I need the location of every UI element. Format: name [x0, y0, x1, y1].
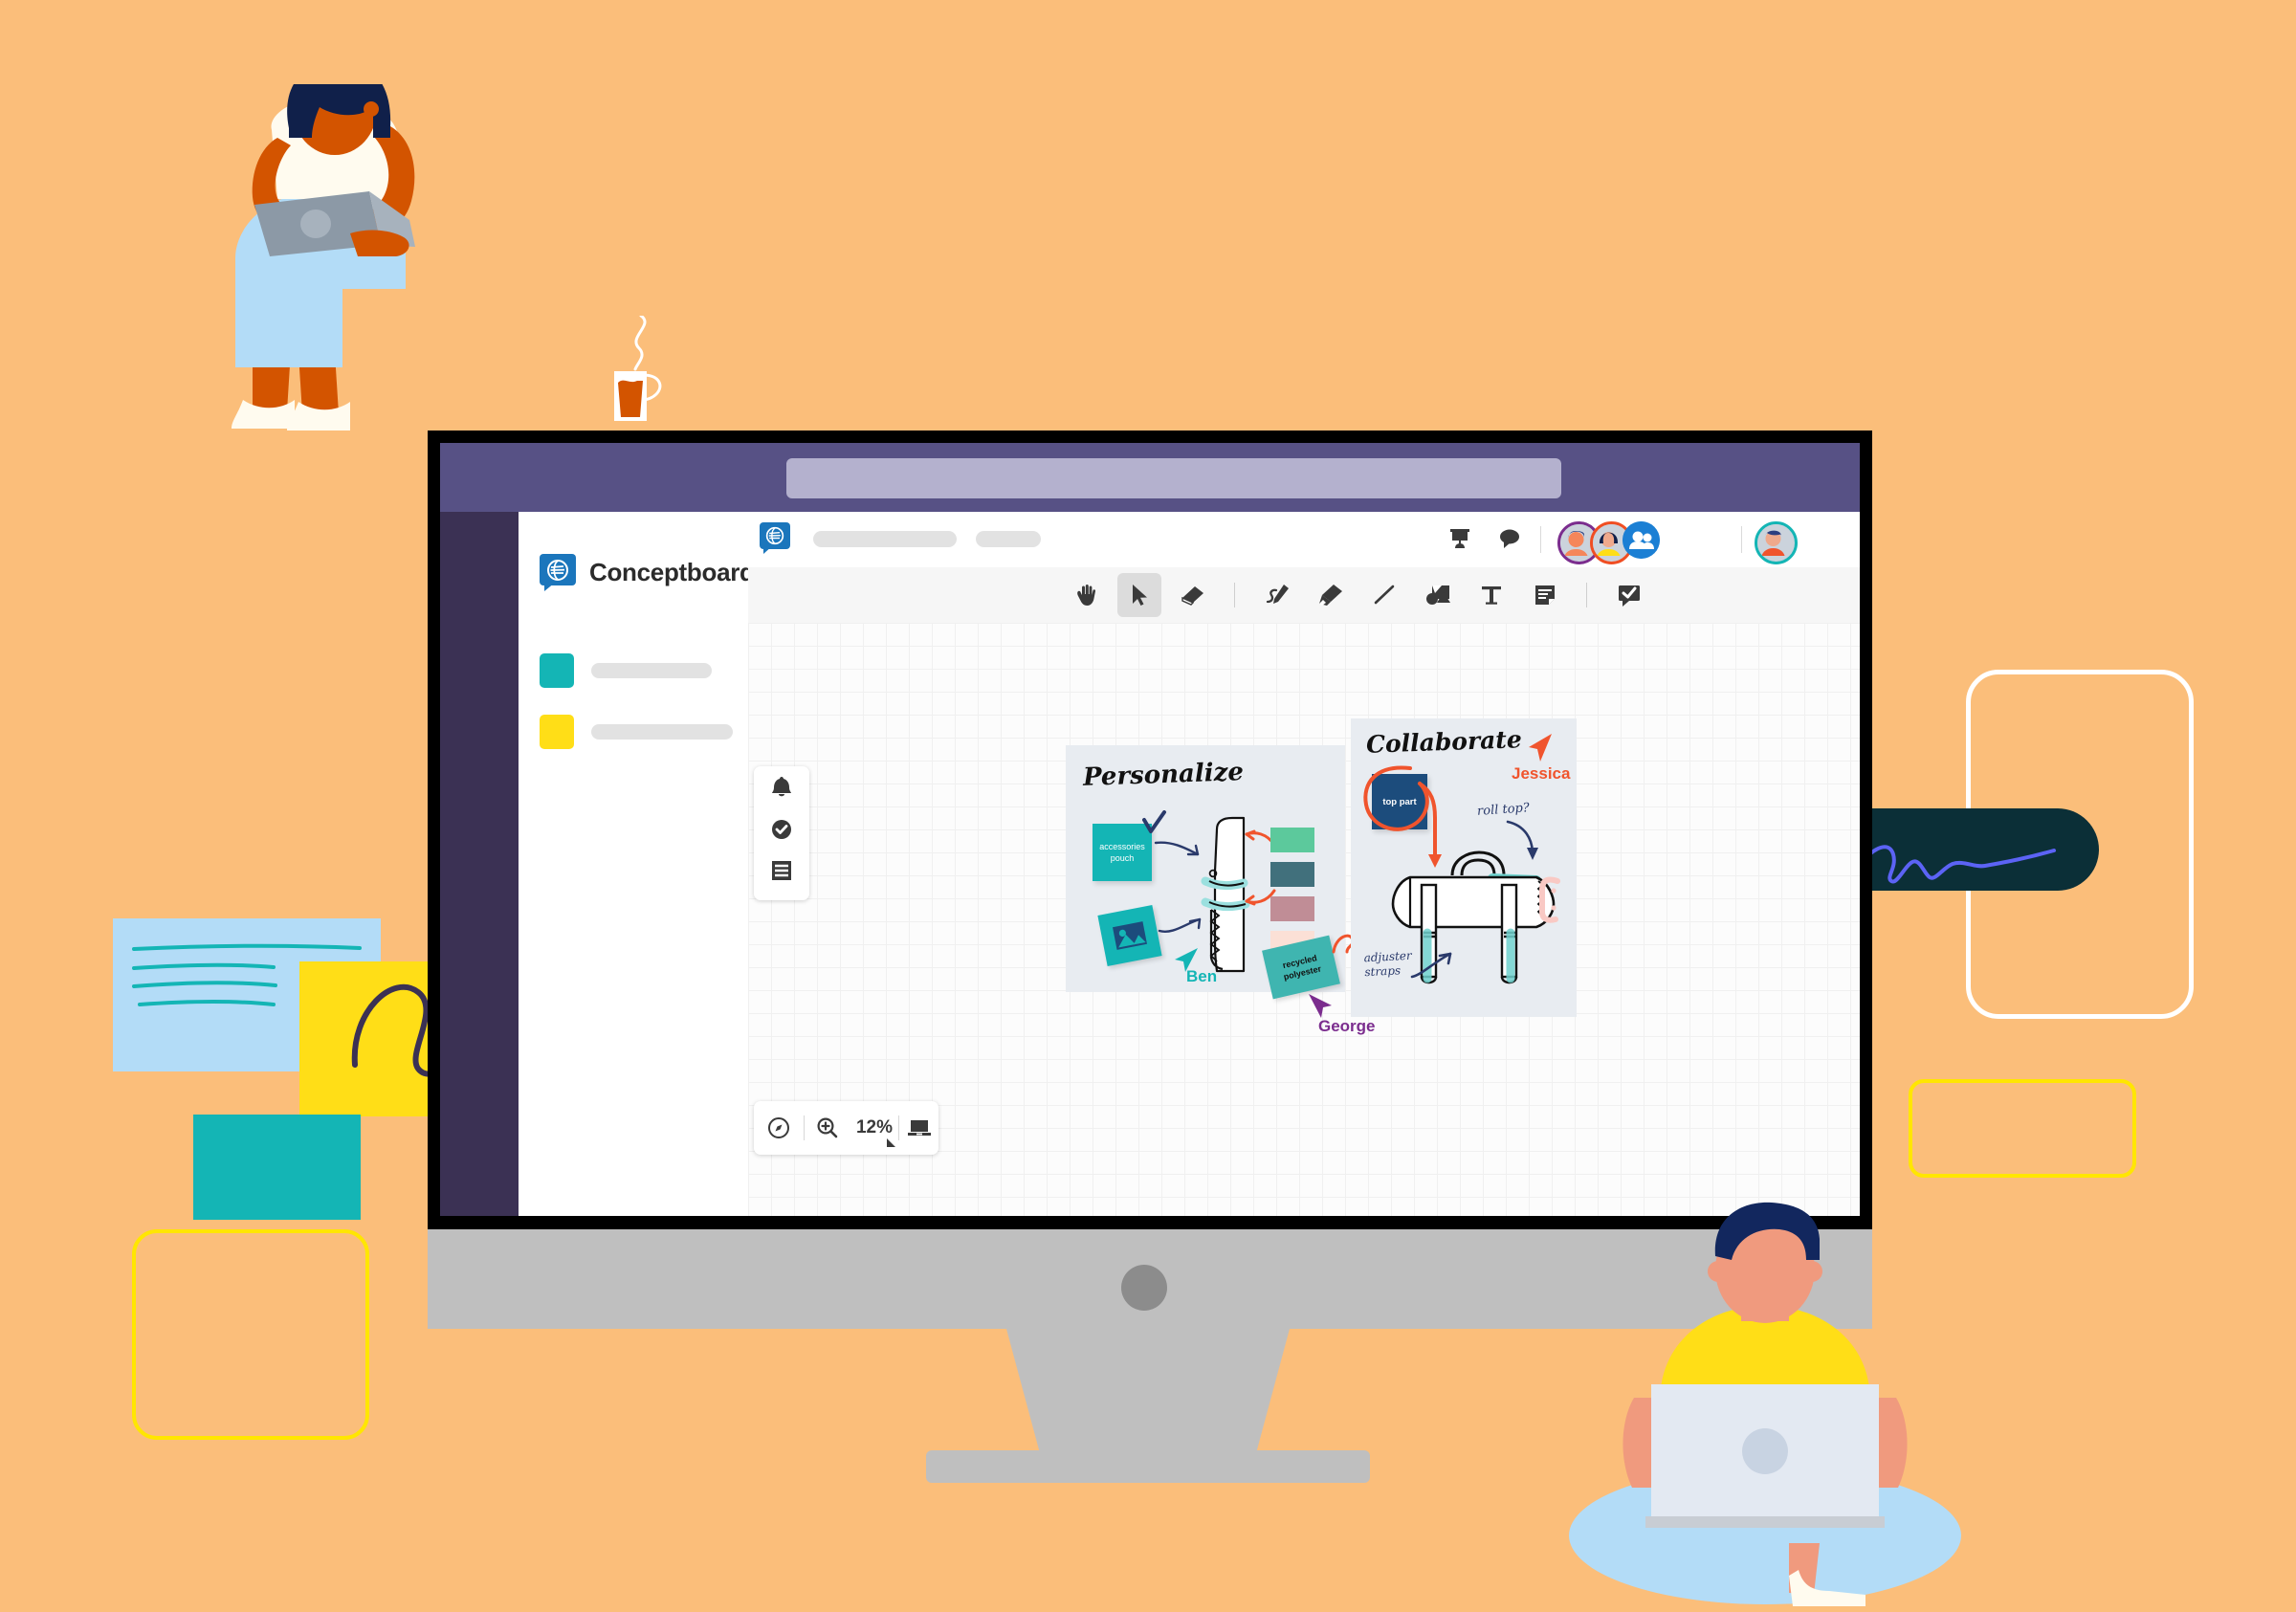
- tool-comment-check-icon[interactable]: [1607, 573, 1651, 617]
- tool-hand-icon[interactable]: [1064, 573, 1108, 617]
- browser-chrome: [440, 443, 1860, 512]
- app-sidebar: Conceptboard: [519, 512, 755, 1216]
- monitor-stand-neck: [1006, 1329, 1290, 1455]
- board-collaborate[interactable]: Collaborate top part Jessica roll top? a…: [1351, 718, 1577, 1017]
- checkmark-annotation-icon: [1142, 810, 1166, 833]
- app-logo-text: Conceptboard: [589, 557, 755, 586]
- sidebar-item-2-chip: [540, 715, 574, 749]
- avatar-invite-people[interactable]: [1623, 521, 1660, 559]
- zoom-control-bar: 12%: [754, 1101, 938, 1155]
- topbar-divider-1: [1540, 526, 1541, 553]
- illustration-coffee-cup: [608, 314, 662, 421]
- board-personalize-title: Personalize: [1082, 758, 1245, 792]
- image-icon: [1113, 921, 1147, 950]
- color-swatch-3[interactable]: [1270, 896, 1314, 921]
- decorative-yellow-outline-box-2: [1909, 1079, 2136, 1178]
- toolbar-divider-2: [1586, 583, 1587, 607]
- arrow-adjuster-straps-icon: [1410, 952, 1452, 979]
- chat-bubble-icon[interactable]: [1496, 525, 1523, 557]
- tool-sticky-note-icon[interactable]: [1523, 573, 1567, 617]
- cursor-jessica-icon: [1529, 734, 1552, 762]
- board-menu-placeholder: [976, 531, 1041, 547]
- canvas-mini-rail: [754, 766, 809, 900]
- avatar-current-user[interactable]: [1755, 521, 1798, 564]
- monitor-screen: Conceptboard Personalize accessories pou…: [440, 443, 1860, 1216]
- illustration-woman-with-laptop: [228, 60, 553, 438]
- presentation-icon[interactable]: [1446, 525, 1473, 557]
- cursor-label-george: George: [1318, 1017, 1376, 1035]
- app-dark-rail: [440, 512, 519, 1216]
- zoom-level-value: 12%: [855, 1117, 894, 1137]
- sticky-accessories-pouch-text: accessories pouch: [1099, 842, 1145, 863]
- cursor-label-ben: Ben: [1186, 967, 1218, 985]
- magnifier-plus-icon[interactable]: [805, 1101, 850, 1155]
- toolbar-divider-1: [1234, 583, 1235, 607]
- app-logo-row[interactable]: Conceptboard: [540, 554, 755, 591]
- sticky-image-placeholder[interactable]: [1097, 904, 1162, 967]
- laptop-icon[interactable]: [899, 1101, 938, 1155]
- tool-marker-icon[interactable]: [1309, 573, 1353, 617]
- tool-line-icon[interactable]: [1362, 573, 1406, 617]
- color-swatch-2[interactable]: [1270, 862, 1314, 887]
- color-swatch-1[interactable]: [1270, 828, 1314, 852]
- decorative-yellow-outline-box: [132, 1229, 369, 1440]
- tool-text-icon[interactable]: [1469, 573, 1513, 617]
- compass-icon[interactable]: [754, 1101, 804, 1155]
- sidebar-item-1-chip: [540, 653, 574, 688]
- board-title-placeholder: [813, 531, 957, 547]
- illustration-man-with-laptop: [1559, 1201, 1971, 1607]
- zoom-level-dropdown[interactable]: 12%: [850, 1101, 898, 1155]
- annotation-adjuster-straps: adjuster straps: [1363, 948, 1413, 980]
- cursor-label-jessica: Jessica: [1512, 764, 1571, 783]
- sidebar-item-2-label-placeholder: [591, 724, 733, 740]
- monitor-home-button: [1121, 1265, 1167, 1311]
- monitor-stand-base: [926, 1450, 1370, 1483]
- tool-cursor-icon[interactable]: [1117, 573, 1161, 617]
- board-collaborate-title: Collaborate: [1365, 725, 1523, 759]
- check-circle-icon[interactable]: [754, 818, 809, 841]
- drawing-toolbar: [748, 567, 1860, 624]
- tool-shapes-icon[interactable]: [1416, 573, 1460, 617]
- sticky-recycled-polyester-text: recycled polyester: [1281, 953, 1322, 983]
- triangle-down-icon: [887, 1138, 895, 1147]
- decorative-teal-square: [193, 1115, 361, 1220]
- topbar-divider-2: [1741, 526, 1742, 553]
- board-top-bar: [748, 512, 1860, 568]
- browser-address-bar[interactable]: [786, 458, 1561, 498]
- bell-icon[interactable]: [754, 776, 809, 799]
- board-canvas[interactable]: Personalize accessories pouch Ben recycl…: [748, 623, 1860, 1216]
- sidebar-item-2[interactable]: [540, 715, 733, 749]
- tool-pen-icon[interactable]: [1255, 573, 1299, 617]
- sidebar-item-1[interactable]: [540, 653, 712, 688]
- tool-eraser-icon[interactable]: [1171, 573, 1215, 617]
- bag-sketch: [1391, 850, 1560, 984]
- sidebar-item-1-label-placeholder: [591, 663, 712, 678]
- conceptboard-logo-icon: [540, 554, 576, 591]
- list-icon[interactable]: [754, 860, 809, 881]
